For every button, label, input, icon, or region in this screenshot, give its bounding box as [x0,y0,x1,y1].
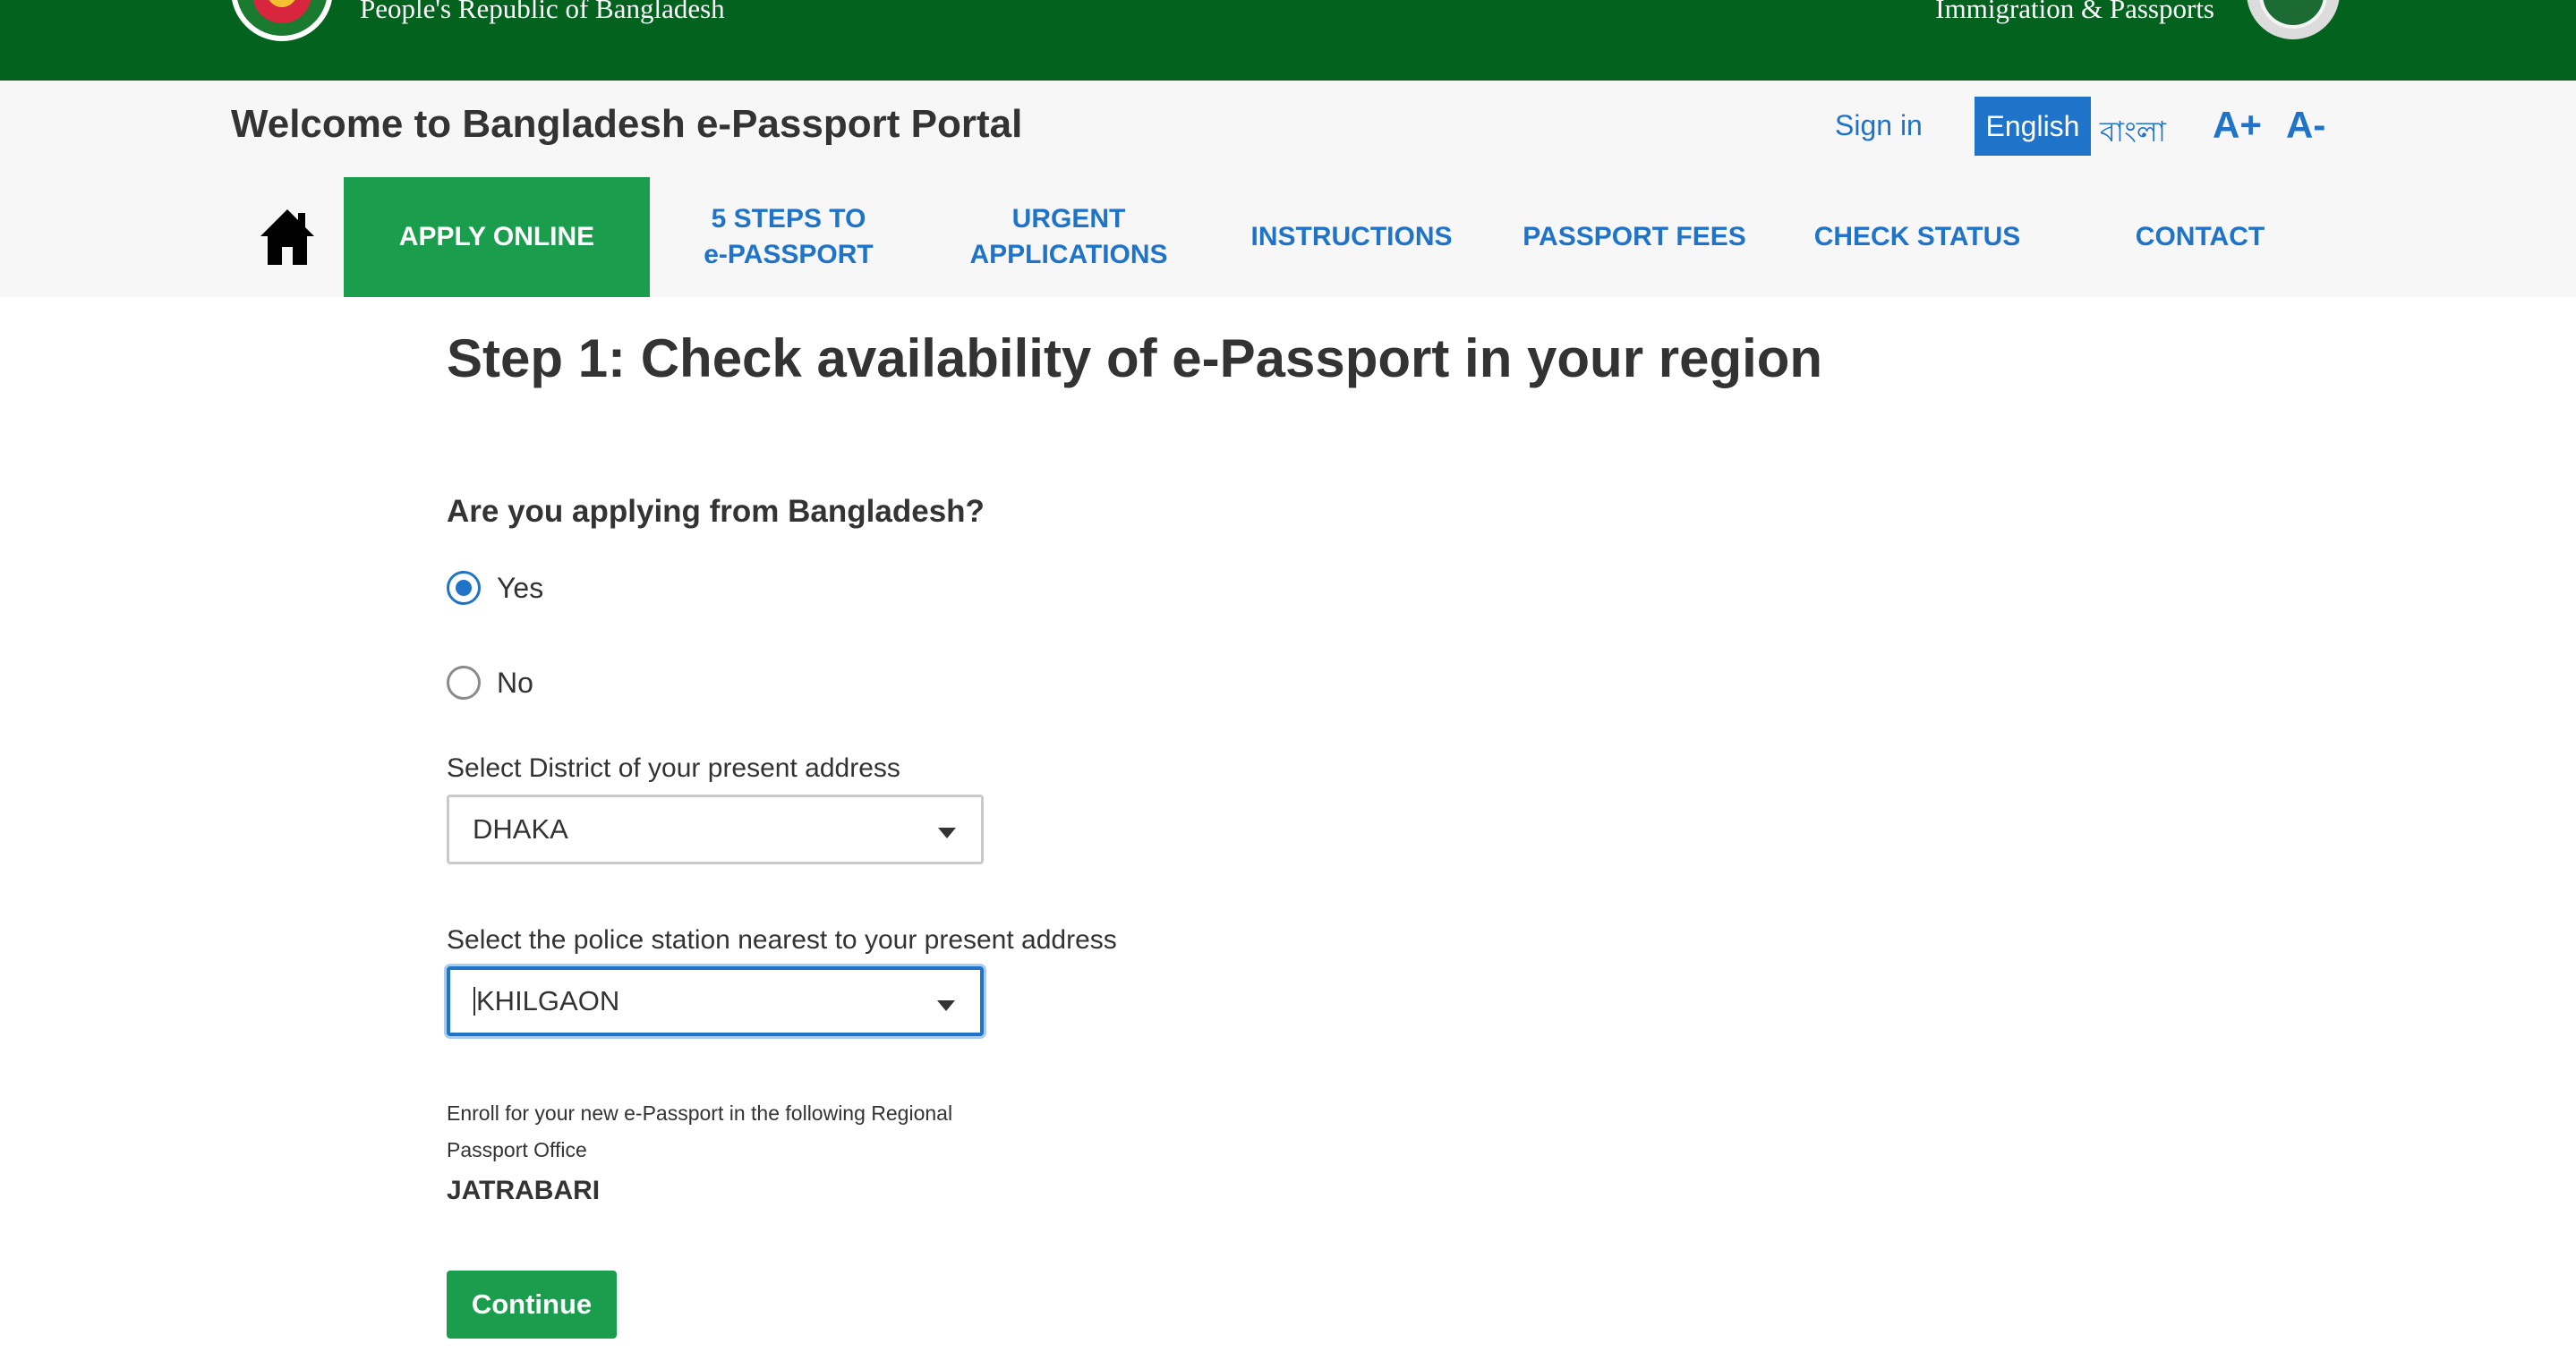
language-english-button[interactable]: English [1975,97,2091,156]
department-emblem-icon [2247,0,2340,39]
district-select[interactable]: DHAKA [447,795,984,864]
nav-passport-fees[interactable]: PASSPORT FEES [1493,177,1776,297]
nav-apply-online[interactable]: APPLY ONLINE [344,177,650,297]
chevron-down-icon [937,1000,955,1011]
nav-5-steps-label-line2: e-PASSPORT [704,240,874,269]
nav-check-status-label: CHECK STATUS [1813,222,2021,251]
nav-5-steps[interactable]: 5 STEPS TO e-PASSPORT [650,177,927,297]
police-station-select[interactable]: KHILGAON [447,966,984,1036]
nav-urgent-label-line1: URGENT [1011,204,1126,234]
police-station-select-value: KHILGAON [476,985,620,1016]
regional-office-name: JATRABARI [447,1176,601,1205]
radio-option-yes[interactable]: Yes [447,571,543,605]
district-label: Select District of your present address [447,753,900,783]
bangladesh-emblem-icon [231,0,333,41]
radio-no-button[interactable] [447,666,481,700]
nav-check-status[interactable]: CHECK STATUS [1776,177,2059,297]
department-name: Immigration & Passports [1935,0,2214,24]
text-cursor [473,987,475,1016]
radio-yes-label: Yes [497,571,544,604]
language-bangla-button[interactable]: বাংলা [2100,109,2166,157]
main-navigation: APPLY ONLINE 5 STEPS TO e-PASSPORT URGEN… [231,177,2345,297]
nav-instructions[interactable]: INSTRUCTIONS [1210,177,1493,297]
nav-contact-label: CONTACT [2135,222,2265,251]
sign-in-link[interactable]: Sign in [1835,109,1923,142]
police-station-label: Select the police station nearest to you… [447,925,1117,955]
district-select-value: DHAKA [473,813,568,845]
government-top-bar: People's Republic of Bangladesh Immigrat… [0,0,2576,81]
radio-yes-button[interactable] [447,571,481,605]
portal-title: Welcome to Bangladesh e-Passport Portal [231,102,1023,146]
nav-home[interactable] [231,177,344,297]
government-name: People's Republic of Bangladesh [360,0,725,24]
font-increase-button[interactable]: A+ [2213,104,2262,147]
nav-5-steps-label-line1: 5 STEPS TO [711,204,866,234]
radio-option-no[interactable]: No [447,666,533,700]
chevron-down-icon [938,828,956,838]
home-icon [260,209,314,265]
nav-instructions-label: INSTRUCTIONS [1250,222,1453,251]
site-header: Welcome to Bangladesh e-Passport Portal … [0,81,2576,297]
nav-contact[interactable]: CONTACT [2059,177,2341,297]
applying-from-question: Are you applying from Bangladesh? [447,494,985,529]
radio-no-label: No [497,666,533,699]
nav-passport-fees-label: PASSPORT FEES [1523,222,1746,251]
nav-apply-online-label: APPLY ONLINE [398,222,595,251]
nav-urgent-label-line2: APPLICATIONS [969,240,1168,269]
step-title: Step 1: Check availability of e-Passport… [447,328,1823,388]
font-decrease-button[interactable]: A- [2286,104,2325,147]
enroll-note: Enroll for your new e-Passport in the fo… [447,1101,953,1161]
nav-urgent-applications[interactable]: URGENT APPLICATIONS [927,177,1210,297]
continue-button[interactable]: Continue [447,1271,617,1339]
